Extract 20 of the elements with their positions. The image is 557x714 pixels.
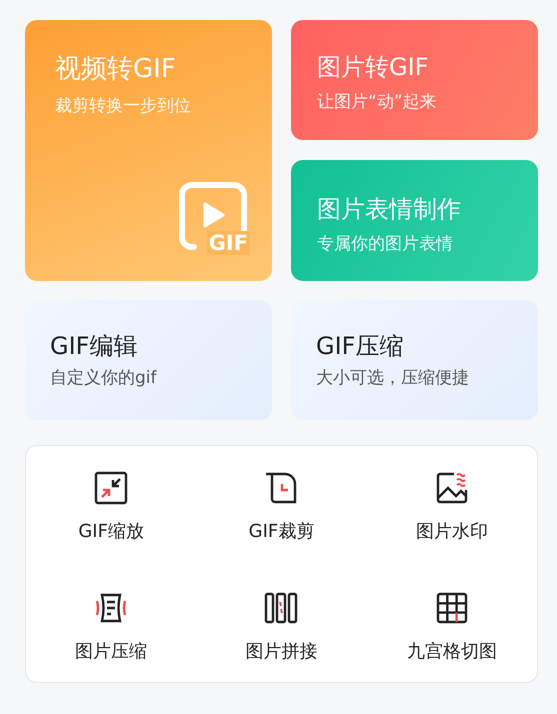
- card-subtitle: 让图片“动”起来: [317, 91, 438, 114]
- tool-label[interactable]: 九宫格切图: [406, 640, 497, 664]
- shrink-icon[interactable]: [93, 470, 130, 506]
- tool-label[interactable]: GIF裁剪: [248, 520, 314, 544]
- card-subtitle: 专属你的图片表情: [317, 233, 454, 256]
- tool-label[interactable]: 图片压缩: [75, 640, 148, 664]
- card-title: 图片表情制作: [317, 194, 462, 225]
- feature-card[interactable]: GIF编辑 自定义你的gif: [25, 300, 272, 420]
- card-title: GIF压缩: [316, 331, 404, 362]
- card-subtitle: 大小可选，压缩便捷: [316, 367, 470, 390]
- panels-icon[interactable]: [263, 590, 300, 626]
- card-subtitle: 裁剪转换一步到位: [55, 95, 192, 118]
- tool-label[interactable]: 图片拼接: [245, 640, 318, 664]
- card-title: GIF编辑: [50, 331, 138, 362]
- card-title: 图片转GIF: [317, 52, 430, 83]
- tool-label[interactable]: GIF缩放: [78, 520, 144, 544]
- card-subtitle: 自定义你的gif: [50, 367, 158, 390]
- feature-card[interactable]: GIF压缩 大小可选，压缩便捷: [291, 300, 538, 420]
- tool-label[interactable]: 图片水印: [416, 520, 488, 544]
- card-title: 视频转GIF: [55, 53, 177, 86]
